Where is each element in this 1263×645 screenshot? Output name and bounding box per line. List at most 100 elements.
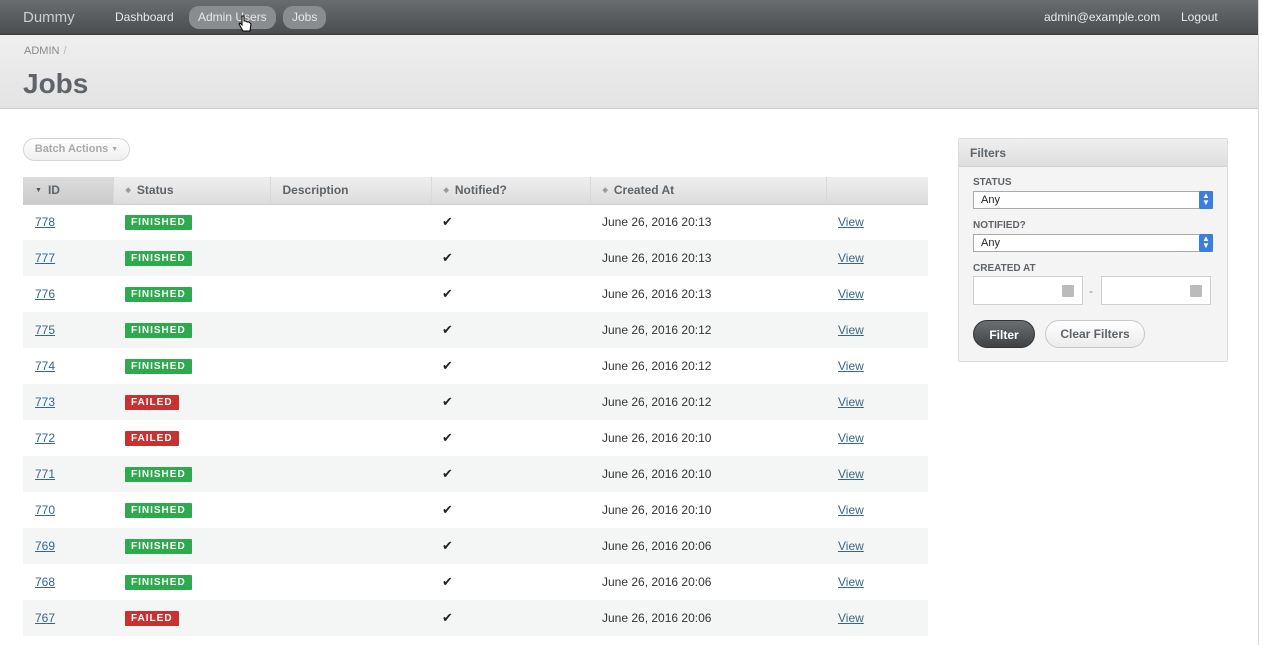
view-link[interactable]: View — [838, 251, 864, 265]
status-filter-select[interactable]: Any ▲ ▼ — [973, 191, 1213, 209]
created-at-to-input[interactable] — [1101, 276, 1211, 305]
column-header-label: Notified? — [454, 183, 507, 198]
view-link[interactable]: View — [838, 611, 864, 625]
breadcrumb-admin-link[interactable]: ADMIN — [24, 45, 59, 57]
table-row: 774 FINISHED ✔ June 26, 2016 20:12 View — [23, 348, 928, 384]
id-cell: 773 — [23, 384, 113, 420]
column-header-notified[interactable]: ◆ Notified? — [431, 177, 591, 205]
id-cell: 769 — [23, 528, 113, 564]
notified-cell: ✔ — [431, 312, 590, 348]
job-id-link[interactable]: 773 — [35, 395, 55, 409]
job-id-link[interactable]: 769 — [35, 539, 55, 553]
id-cell: 778 — [23, 204, 113, 240]
job-id-link[interactable]: 775 — [35, 323, 55, 337]
batch-actions-button[interactable]: Batch Actions ▼ — [23, 138, 130, 161]
created-at-cell: June 26, 2016 20:06 — [590, 600, 826, 636]
notified-cell: ✔ — [431, 204, 590, 240]
created-at-filter-label: CREATED AT — [973, 263, 1036, 274]
description-cell — [270, 312, 431, 348]
job-id-link[interactable]: 771 — [35, 467, 55, 481]
id-cell: 768 — [23, 564, 113, 600]
view-link[interactable]: View — [838, 503, 864, 517]
filters-panel: Filters STATUS Any ▲ ▼ NOTIFIED? Any ▲ ▼ C… — [958, 138, 1228, 362]
caret-down-icon: ▼ — [111, 146, 119, 153]
checkmark-icon: ✔ — [442, 502, 453, 517]
status-cell: FAILED — [113, 600, 270, 636]
status-cell: FAILED — [113, 384, 270, 420]
job-id-link[interactable]: 770 — [35, 503, 55, 517]
job-id-link[interactable]: 772 — [35, 431, 55, 445]
logout-link[interactable]: Logout — [1181, 6, 1218, 29]
view-link[interactable]: View — [838, 287, 864, 301]
filter-button[interactable]: Filter — [973, 320, 1035, 348]
filters-title: Filters — [959, 139, 1227, 167]
date-range-separator: - — [1089, 284, 1093, 298]
view-link[interactable]: View — [838, 323, 864, 337]
status-badge: FAILED — [125, 431, 179, 446]
table-row: 769 FINISHED ✔ June 26, 2016 20:06 View — [23, 528, 928, 564]
view-link[interactable]: View — [838, 431, 864, 445]
job-id-link[interactable]: 778 — [35, 215, 55, 229]
column-header-label: Created At — [613, 183, 675, 198]
view-link[interactable]: View — [838, 467, 864, 481]
job-id-link[interactable]: 774 — [35, 359, 55, 373]
job-id-link[interactable]: 777 — [35, 251, 55, 265]
column-header-created-at[interactable]: ◆ Created At — [590, 177, 827, 205]
actions-cell: View — [826, 348, 928, 384]
description-cell — [270, 240, 431, 276]
column-header-status[interactable]: ◆ Status — [113, 177, 271, 205]
checkmark-icon: ✔ — [442, 322, 453, 337]
status-badge: FINISHED — [125, 323, 192, 338]
id-cell: 767 — [23, 600, 113, 636]
view-link[interactable]: View — [838, 395, 864, 409]
created-at-from-input[interactable] — [973, 276, 1083, 305]
table-row: 770 FINISHED ✔ June 26, 2016 20:10 View — [23, 492, 928, 528]
current-user-link[interactable]: admin@example.com — [1044, 6, 1160, 29]
description-cell — [270, 528, 431, 564]
actions-cell: View — [826, 564, 928, 600]
nav-jobs[interactable]: Jobs — [283, 6, 327, 29]
nav-admin-users[interactable]: Admin Users — [189, 6, 276, 29]
view-link[interactable]: View — [838, 575, 864, 589]
checkmark-icon: ✔ — [442, 538, 453, 553]
checkmark-icon: ✔ — [442, 574, 453, 589]
description-cell — [270, 564, 431, 600]
notified-cell: ✔ — [431, 276, 590, 312]
sort-icon: ◆ — [602, 187, 608, 195]
nav-dashboard[interactable]: Dashboard — [106, 6, 183, 29]
description-cell — [270, 456, 431, 492]
status-cell: FINISHED — [113, 456, 270, 492]
id-cell: 774 — [23, 348, 113, 384]
sort-desc-icon: ▼ — [35, 187, 42, 195]
job-id-link[interactable]: 776 — [35, 287, 55, 301]
view-link[interactable]: View — [838, 215, 864, 229]
select-arrows-icon: ▲ ▼ — [1199, 234, 1213, 252]
notified-cell: ✔ — [431, 564, 590, 600]
checkmark-icon: ✔ — [442, 430, 453, 445]
checkmark-icon: ✔ — [442, 358, 453, 373]
table-row: 776 FINISHED ✔ June 26, 2016 20:13 View — [23, 276, 928, 312]
status-badge: FINISHED — [125, 251, 192, 266]
column-header-description: Description — [270, 177, 432, 205]
created-at-cell: June 26, 2016 20:06 — [602, 575, 712, 589]
created-at-cell: June 26, 2016 20:12 — [602, 359, 712, 373]
view-link[interactable]: View — [838, 359, 864, 373]
notified-filter-select[interactable]: Any ▲ ▼ — [973, 234, 1213, 252]
description-cell — [270, 276, 431, 312]
clear-filters-button[interactable]: Clear Filters — [1045, 320, 1145, 348]
select-arrows-icon: ▲ ▼ — [1199, 191, 1213, 209]
page-title: Jobs — [23, 68, 89, 99]
window-scrollbar[interactable] — [1258, 0, 1263, 645]
sort-icon: ◆ — [443, 187, 449, 195]
actions-cell: View — [826, 384, 928, 420]
view-link[interactable]: View — [838, 539, 864, 553]
column-header-label: Description — [282, 183, 349, 198]
brand-logo[interactable]: Dummy — [23, 9, 75, 26]
status-cell: FINISHED — [113, 312, 270, 348]
column-header-id[interactable]: ▼ ID — [23, 177, 114, 205]
table-row: 768 FINISHED ✔ June 26, 2016 20:06 View — [23, 564, 928, 600]
job-id-link[interactable]: 768 — [35, 575, 55, 589]
job-id-link[interactable]: 767 — [35, 611, 55, 625]
checkmark-icon: ✔ — [442, 394, 453, 409]
notified-filter-value: Any — [981, 237, 1000, 249]
